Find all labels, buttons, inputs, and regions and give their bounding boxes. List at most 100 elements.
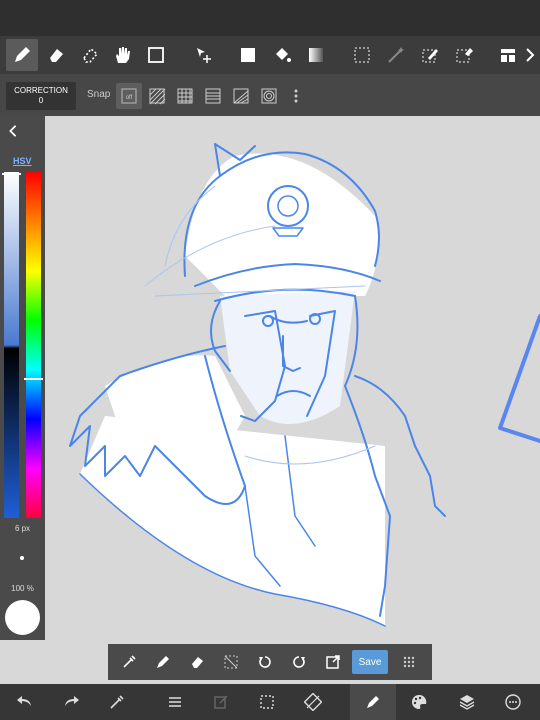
transform-icon	[304, 693, 322, 711]
undo-button[interactable]	[2, 684, 48, 720]
grid-dots-icon	[403, 656, 415, 668]
chevron-left-icon	[9, 125, 17, 137]
snap-parallel-button[interactable]	[144, 83, 170, 109]
deselect-button[interactable]	[220, 651, 242, 673]
layers-icon	[459, 695, 475, 710]
svg-text:off: off	[126, 95, 133, 101]
brush-size-label: 6 px	[14, 524, 31, 533]
edit-disabled-button[interactable]	[198, 684, 244, 720]
drawing-canvas[interactable]	[45, 116, 540, 640]
select-eraser-tool-button[interactable]	[448, 39, 480, 71]
gradient-tool-button[interactable]	[300, 39, 332, 71]
eyedropper-button[interactable]	[118, 651, 140, 673]
rotate-left-icon	[259, 656, 271, 668]
hue-marker[interactable]	[24, 378, 43, 380]
bucket-tool-button[interactable]	[266, 39, 298, 71]
saturation-value-slider[interactable]	[4, 172, 19, 518]
left-color-panel: HSV 6 px 100 %	[0, 116, 45, 640]
snap-parallel-icon	[149, 88, 166, 105]
more-circle-icon	[505, 694, 521, 710]
hue-slider[interactable]	[26, 172, 41, 518]
status-bar	[0, 0, 540, 36]
eraser-icon	[192, 657, 203, 668]
select-pen-tool-button[interactable]	[414, 39, 446, 71]
more-tools-button[interactable]	[520, 39, 540, 71]
rotate-right-button[interactable]	[288, 651, 310, 673]
pen-icon	[157, 656, 169, 668]
snap-concentric-button[interactable]	[256, 83, 282, 109]
pen-tool-button[interactable]	[6, 39, 38, 71]
move-select-tool-button[interactable]	[188, 39, 220, 71]
saturation-marker[interactable]	[2, 173, 21, 175]
grid-menu-button[interactable]	[398, 651, 420, 673]
more-vertical-icon	[294, 89, 298, 103]
eraser-tool-button[interactable]	[40, 39, 72, 71]
rectangle-icon	[148, 47, 164, 63]
brush-size-preview[interactable]	[20, 556, 24, 560]
palette-icon	[412, 694, 427, 709]
redo-button[interactable]	[48, 684, 94, 720]
opacity-label: 100 %	[11, 584, 34, 593]
eraser-icon	[50, 49, 63, 62]
fill-color-icon	[241, 48, 255, 62]
rectangle-tool-button[interactable]	[140, 39, 172, 71]
select-pen-icon	[422, 49, 438, 63]
sketch-artwork	[69, 143, 540, 627]
snap-off-button[interactable]: off	[116, 83, 142, 109]
blur-eraser-tool-button[interactable]	[74, 39, 106, 71]
magic-wand-tool-button[interactable]	[380, 39, 412, 71]
select-rect-icon	[354, 47, 370, 63]
redo-icon	[65, 696, 79, 706]
fill-color-tool-button[interactable]	[232, 39, 264, 71]
frame-icon	[501, 49, 515, 62]
export-icon	[326, 655, 340, 669]
hsv-mode-label[interactable]: HSV	[13, 156, 32, 166]
pen-button[interactable]	[152, 651, 174, 673]
snap-off-icon: off	[121, 88, 137, 104]
export-button[interactable]	[322, 651, 344, 673]
snap-grid-button[interactable]	[172, 83, 198, 109]
snap-perspective-icon	[233, 88, 249, 104]
snap-label: Snap	[87, 89, 111, 100]
transform-button[interactable]	[290, 684, 336, 720]
gradient-icon	[309, 48, 323, 62]
select-eraser-icon	[456, 48, 473, 63]
eyedropper-icon	[123, 655, 136, 668]
magic-wand-icon	[388, 47, 404, 63]
brush-nav-button[interactable]	[350, 684, 396, 720]
edit-icon	[214, 695, 228, 709]
color-palette-button[interactable]	[396, 684, 442, 720]
eraser-button[interactable]	[186, 651, 208, 673]
current-color-swatch[interactable]	[5, 600, 40, 635]
brush-icon	[367, 696, 379, 708]
deselect-icon	[224, 655, 238, 669]
snap-concentric-icon	[261, 88, 277, 104]
settings-button[interactable]	[490, 684, 536, 720]
bucket-icon	[276, 48, 291, 62]
hand-icon	[116, 47, 130, 63]
rotate-left-button[interactable]	[254, 651, 276, 673]
eyedropper-nav-button[interactable]	[94, 684, 140, 720]
menu-icon	[169, 697, 181, 707]
select-rect-tool-button[interactable]	[346, 39, 378, 71]
rotate-right-icon	[293, 656, 305, 668]
top-toolbar	[0, 36, 540, 74]
hand-tool-button[interactable]	[106, 39, 138, 71]
collapse-panel-button[interactable]	[6, 124, 26, 140]
chevron-right-icon	[526, 48, 535, 62]
menu-button[interactable]	[152, 684, 198, 720]
snap-horizontal-icon	[205, 88, 221, 104]
correction-value: 0	[38, 96, 44, 105]
selection-icon	[260, 695, 274, 709]
selection-button[interactable]	[244, 684, 290, 720]
eyedropper-icon	[110, 695, 124, 709]
save-button[interactable]: Save	[352, 650, 388, 674]
snap-more-button[interactable]	[286, 83, 306, 109]
snap-perspective-button[interactable]	[228, 83, 254, 109]
move-select-icon	[197, 48, 211, 63]
snap-horizontal-button[interactable]	[200, 83, 226, 109]
layers-button[interactable]	[444, 684, 490, 720]
pen-icon	[15, 47, 30, 62]
correction-button[interactable]: CORRECTION 0	[6, 82, 76, 110]
snap-grid-icon	[177, 88, 193, 104]
